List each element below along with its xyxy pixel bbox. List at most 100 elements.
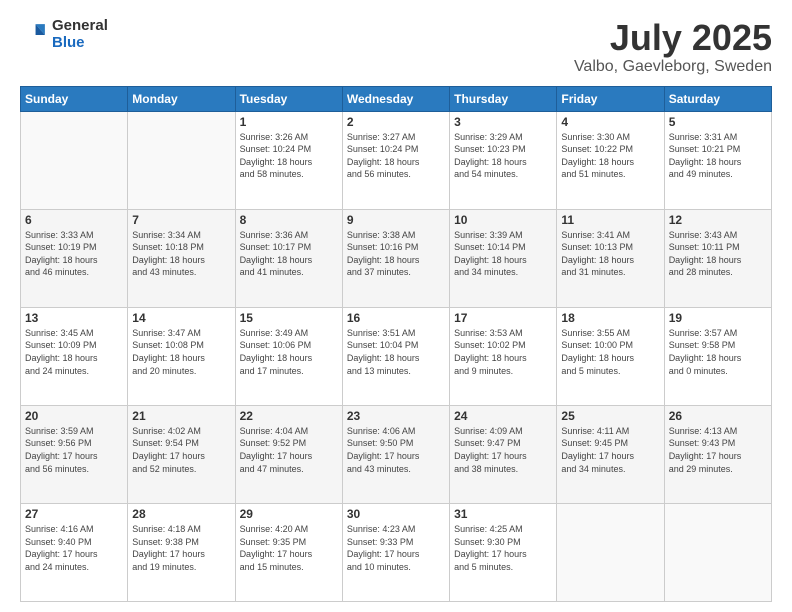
calendar-week-row: 1Sunrise: 3:26 AM Sunset: 10:24 PM Dayli… bbox=[21, 111, 772, 209]
day-info: Sunrise: 4:02 AM Sunset: 9:54 PM Dayligh… bbox=[132, 425, 230, 475]
day-info: Sunrise: 4:23 AM Sunset: 9:33 PM Dayligh… bbox=[347, 523, 445, 573]
col-header-friday: Friday bbox=[557, 86, 664, 111]
calendar-day-cell: 17Sunrise: 3:53 AM Sunset: 10:02 PM Dayl… bbox=[450, 307, 557, 405]
col-header-sunday: Sunday bbox=[21, 86, 128, 111]
calendar-day-cell: 24 Sunrise: 4:09 AM Sunset: 9:47 PM Dayli… bbox=[450, 405, 557, 503]
day-info: Sunrise: 3:38 AM Sunset: 10:16 PM Daylig… bbox=[347, 229, 445, 279]
calendar-day-cell: 19Sunrise: 3:57 AM Sunset: 9:58 PM Dayli… bbox=[664, 307, 771, 405]
day-info: Sunrise: 4:16 AM Sunset: 9:40 PM Dayligh… bbox=[25, 523, 123, 573]
day-info: Sunrise: 3:49 AM Sunset: 10:06 PM Daylig… bbox=[240, 327, 338, 377]
calendar-day-cell: 20 Sunrise: 3:59 AM Sunset: 9:56 PM Dayli… bbox=[21, 405, 128, 503]
day-info: Sunrise: 3:45 AM Sunset: 10:09 PM Daylig… bbox=[25, 327, 123, 377]
col-header-tuesday: Tuesday bbox=[235, 86, 342, 111]
calendar-day-cell: 30 Sunrise: 4:23 AM Sunset: 9:33 PM Dayli… bbox=[342, 503, 449, 601]
logo: General Blue bbox=[20, 18, 108, 51]
day-info: Sunrise: 4:20 AM Sunset: 9:35 PM Dayligh… bbox=[240, 523, 338, 573]
title-block: July 2025 Valbo, Gaevleborg, Sweden bbox=[574, 18, 772, 76]
day-number: 26 bbox=[669, 409, 767, 423]
col-header-wednesday: Wednesday bbox=[342, 86, 449, 111]
day-number: 30 bbox=[347, 507, 445, 521]
day-info: Sunrise: 3:39 AM Sunset: 10:14 PM Daylig… bbox=[454, 229, 552, 279]
calendar-day-cell: 28Sunrise: 4:18 AM Sunset: 9:38 PM Dayli… bbox=[128, 503, 235, 601]
day-number: 1 bbox=[240, 115, 338, 129]
day-number: 6 bbox=[25, 213, 123, 227]
calendar-week-row: 13 Sunrise: 3:45 AM Sunset: 10:09 PM Dayl… bbox=[21, 307, 772, 405]
day-info: Sunrise: 3:59 AM Sunset: 9:56 PM Dayligh… bbox=[25, 425, 123, 475]
day-info: Sunrise: 3:27 AM Sunset: 10:24 PM Daylig… bbox=[347, 131, 445, 181]
calendar-day-cell: 11 Sunrise: 3:41 AM Sunset: 10:13 PM Dayl… bbox=[557, 209, 664, 307]
day-number: 27 bbox=[25, 507, 123, 521]
day-info: Sunrise: 3:47 AM Sunset: 10:08 PM Daylig… bbox=[132, 327, 230, 377]
calendar-day-cell: 1Sunrise: 3:26 AM Sunset: 10:24 PM Dayli… bbox=[235, 111, 342, 209]
day-number: 17 bbox=[454, 311, 552, 325]
day-number: 21 bbox=[132, 409, 230, 423]
day-number: 18 bbox=[561, 311, 659, 325]
calendar-day-cell: 14 Sunrise: 3:47 AM Sunset: 10:08 PM Dayl… bbox=[128, 307, 235, 405]
day-info: Sunrise: 4:11 AM Sunset: 9:45 PM Dayligh… bbox=[561, 425, 659, 475]
calendar-day-cell: 3 Sunrise: 3:29 AM Sunset: 10:23 PM Dayli… bbox=[450, 111, 557, 209]
calendar-day-cell: 2 Sunrise: 3:27 AM Sunset: 10:24 PM Dayli… bbox=[342, 111, 449, 209]
col-header-monday: Monday bbox=[128, 86, 235, 111]
logo-icon bbox=[20, 21, 48, 49]
calendar-day-cell: 7 Sunrise: 3:34 AM Sunset: 10:18 PM Dayli… bbox=[128, 209, 235, 307]
day-info: Sunrise: 4:06 AM Sunset: 9:50 PM Dayligh… bbox=[347, 425, 445, 475]
day-number: 11 bbox=[561, 213, 659, 227]
day-number: 31 bbox=[454, 507, 552, 521]
day-info: Sunrise: 3:55 AM Sunset: 10:00 PM Daylig… bbox=[561, 327, 659, 377]
calendar-subtitle: Valbo, Gaevleborg, Sweden bbox=[574, 58, 772, 76]
day-info: Sunrise: 3:33 AM Sunset: 10:19 PM Daylig… bbox=[25, 229, 123, 279]
calendar-day-cell bbox=[557, 503, 664, 601]
day-info: Sunrise: 4:25 AM Sunset: 9:30 PM Dayligh… bbox=[454, 523, 552, 573]
day-info: Sunrise: 4:13 AM Sunset: 9:43 PM Dayligh… bbox=[669, 425, 767, 475]
day-number: 29 bbox=[240, 507, 338, 521]
day-info: Sunrise: 4:04 AM Sunset: 9:52 PM Dayligh… bbox=[240, 425, 338, 475]
logo-general-text: General bbox=[52, 18, 108, 35]
calendar-day-cell: 25Sunrise: 4:11 AM Sunset: 9:45 PM Dayli… bbox=[557, 405, 664, 503]
day-info: Sunrise: 3:29 AM Sunset: 10:23 PM Daylig… bbox=[454, 131, 552, 181]
day-number: 7 bbox=[132, 213, 230, 227]
calendar-day-cell: 6 Sunrise: 3:33 AM Sunset: 10:19 PM Dayli… bbox=[21, 209, 128, 307]
calendar-day-cell: 4 Sunrise: 3:30 AM Sunset: 10:22 PM Dayli… bbox=[557, 111, 664, 209]
day-info: Sunrise: 3:34 AM Sunset: 10:18 PM Daylig… bbox=[132, 229, 230, 279]
calendar-day-cell: 10Sunrise: 3:39 AM Sunset: 10:14 PM Dayl… bbox=[450, 209, 557, 307]
col-header-saturday: Saturday bbox=[664, 86, 771, 111]
calendar-week-row: 20 Sunrise: 3:59 AM Sunset: 9:56 PM Dayli… bbox=[21, 405, 772, 503]
day-number: 13 bbox=[25, 311, 123, 325]
calendar-day-cell: 18 Sunrise: 3:55 AM Sunset: 10:00 PM Dayl… bbox=[557, 307, 664, 405]
day-number: 19 bbox=[669, 311, 767, 325]
day-number: 24 bbox=[454, 409, 552, 423]
day-number: 2 bbox=[347, 115, 445, 129]
day-info: Sunrise: 3:30 AM Sunset: 10:22 PM Daylig… bbox=[561, 131, 659, 181]
page: General Blue July 2025 Valbo, Gaevleborg… bbox=[0, 0, 792, 612]
day-number: 23 bbox=[347, 409, 445, 423]
calendar-day-cell: 9 Sunrise: 3:38 AM Sunset: 10:16 PM Dayli… bbox=[342, 209, 449, 307]
header: General Blue July 2025 Valbo, Gaevleborg… bbox=[20, 18, 772, 76]
day-number: 9 bbox=[347, 213, 445, 227]
day-number: 4 bbox=[561, 115, 659, 129]
day-number: 3 bbox=[454, 115, 552, 129]
day-number: 12 bbox=[669, 213, 767, 227]
calendar-day-cell: 26 Sunrise: 4:13 AM Sunset: 9:43 PM Dayli… bbox=[664, 405, 771, 503]
day-number: 20 bbox=[25, 409, 123, 423]
day-info: Sunrise: 3:31 AM Sunset: 10:21 PM Daylig… bbox=[669, 131, 767, 181]
day-info: Sunrise: 3:43 AM Sunset: 10:11 PM Daylig… bbox=[669, 229, 767, 279]
day-number: 8 bbox=[240, 213, 338, 227]
day-number: 28 bbox=[132, 507, 230, 521]
day-number: 22 bbox=[240, 409, 338, 423]
calendar-day-cell: 16Sunrise: 3:51 AM Sunset: 10:04 PM Dayl… bbox=[342, 307, 449, 405]
calendar-day-cell: 12 Sunrise: 3:43 AM Sunset: 10:11 PM Dayl… bbox=[664, 209, 771, 307]
calendar-day-cell: 8Sunrise: 3:36 AM Sunset: 10:17 PM Dayli… bbox=[235, 209, 342, 307]
day-number: 5 bbox=[669, 115, 767, 129]
calendar-header-row: SundayMondayTuesdayWednesdayThursdayFrid… bbox=[21, 86, 772, 111]
calendar-day-cell: 23 Sunrise: 4:06 AM Sunset: 9:50 PM Dayli… bbox=[342, 405, 449, 503]
calendar-day-cell bbox=[664, 503, 771, 601]
logo-blue-text: Blue bbox=[52, 35, 108, 52]
day-info: Sunrise: 3:41 AM Sunset: 10:13 PM Daylig… bbox=[561, 229, 659, 279]
day-number: 15 bbox=[240, 311, 338, 325]
calendar-day-cell: 5 Sunrise: 3:31 AM Sunset: 10:21 PM Dayli… bbox=[664, 111, 771, 209]
day-info: Sunrise: 4:09 AM Sunset: 9:47 PM Dayligh… bbox=[454, 425, 552, 475]
calendar-day-cell: 31 Sunrise: 4:25 AM Sunset: 9:30 PM Dayli… bbox=[450, 503, 557, 601]
day-number: 14 bbox=[132, 311, 230, 325]
calendar-day-cell: 29 Sunrise: 4:20 AM Sunset: 9:35 PM Dayli… bbox=[235, 503, 342, 601]
calendar-week-row: 6 Sunrise: 3:33 AM Sunset: 10:19 PM Dayli… bbox=[21, 209, 772, 307]
